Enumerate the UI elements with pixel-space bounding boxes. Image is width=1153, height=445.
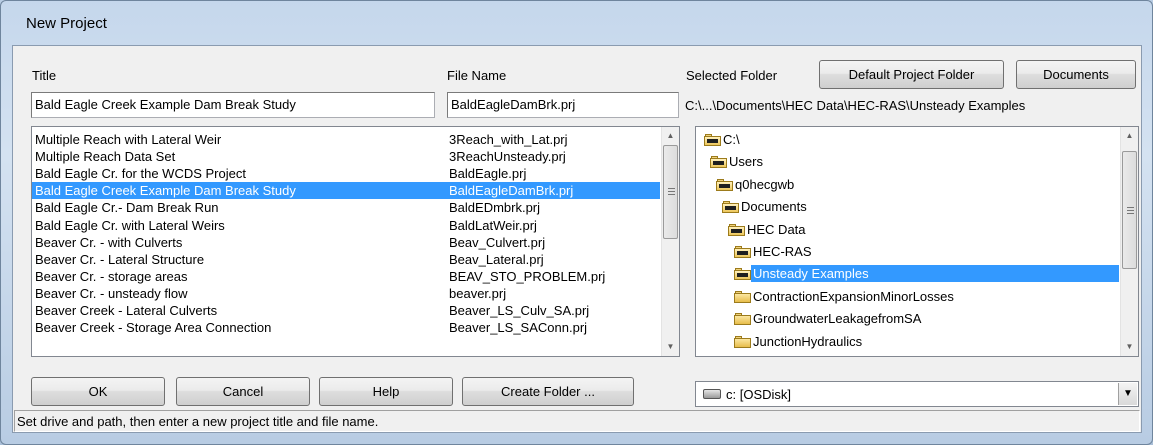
scroll-thumb[interactable]: [663, 145, 678, 239]
folder-tree-item[interactable]: C:\: [723, 131, 740, 148]
project-title-cell: Multiple Reach Data Set: [35, 149, 176, 165]
help-button[interactable]: Help: [319, 377, 453, 406]
scroll-down-arrow-icon[interactable]: ▼: [1121, 338, 1138, 355]
project-title-cell: Beaver Cr. - Lateral Structure: [35, 251, 205, 267]
project-file-cell: 3Reach_with_Lat.prj: [449, 132, 568, 147]
project-title-cell: Multiple Reach with Lateral Weir: [35, 132, 222, 147]
project-file-cell: Beav_Lateral.prj: [449, 251, 544, 267]
project-file-cell: BaldLatWeir.prj: [449, 217, 537, 233]
folder-tree-item[interactable]: Users: [729, 153, 763, 170]
project-list-item[interactable]: Bald Eagle Creek Example Dam Break Study…: [32, 182, 660, 200]
folder-open-icon: [734, 246, 751, 258]
project-list-item[interactable]: Beaver Cr. - unsteady flow beaver.prj: [32, 285, 660, 302]
folder-open-icon: [716, 178, 733, 191]
folder-tree-item[interactable]: Documents: [741, 198, 807, 215]
chevron-down-icon[interactable]: ▼: [1118, 383, 1137, 405]
project-list[interactable]: Multiple Reach with Lateral Weir 3Reach_w…: [31, 126, 680, 357]
project-list-item[interactable]: Beaver Creek - Lateral Culverts Beaver_LS…: [32, 302, 660, 319]
project-file-cell: BEAV_STO_PROBLEM.prj: [449, 268, 606, 284]
project-list-item[interactable]: Multiple Reach with Lateral Weir 3Reach_w…: [32, 131, 660, 148]
folder-open-icon: [710, 156, 727, 169]
title-bar[interactable]: New Project: [1, 1, 1152, 43]
folder-open-icon: [722, 201, 739, 214]
project-list-item[interactable]: Beaver Cr. - storage areas BEAV_STO_PROBL…: [32, 268, 660, 285]
project-file-cell: BaldEagle.prj: [449, 166, 527, 182]
folder-tree-scrollbar[interactable]: ▲ ▼: [1120, 127, 1138, 356]
default-project-folder-button[interactable]: Default Project Folder: [819, 60, 1004, 89]
folder-open-icon: [728, 223, 745, 236]
ok-button[interactable]: OK: [31, 377, 165, 406]
folder-tree-item[interactable]: q0hecgwb: [735, 176, 794, 193]
scroll-up-arrow-icon[interactable]: ▲: [662, 127, 679, 144]
project-file-cell: beaver.prj: [449, 285, 507, 301]
project-title-cell: Beaver Cr. - unsteady flow: [35, 285, 188, 301]
cancel-button[interactable]: Cancel: [176, 377, 310, 406]
project-list-item[interactable]: Beaver Cr. - with Culverts Beav_Culvert.p…: [32, 234, 660, 251]
new-project-dialog: New Project Title File Name Selected Fol…: [0, 0, 1153, 445]
drive-select-value: c: [OSDisk]: [726, 387, 792, 402]
folder-icon: [734, 313, 751, 326]
documents-button[interactable]: Documents: [1016, 60, 1136, 89]
title-input[interactable]: Bald Eagle Creek Example Dam Break Study: [31, 92, 435, 118]
file-name-input[interactable]: BaldEagleDamBrk.prj: [447, 92, 679, 118]
project-list-item[interactable]: Beaver Cr. - Lateral Structure Beav_Later…: [32, 251, 660, 268]
project-title-cell: Bald Eagle Cr. for the WCDS Project: [35, 166, 246, 182]
folder-tree-item[interactable]: HEC Data: [747, 221, 806, 238]
folder-tree-item[interactable]: ContractionExpansionMinorLosses: [753, 288, 954, 305]
status-bar: Set drive and path, then enter a new pro…: [14, 410, 1140, 432]
project-list-item[interactable]: Beaver Creek - Storage Area Connection Be…: [32, 319, 660, 336]
create-folder-button[interactable]: Create Folder ...: [462, 377, 634, 406]
folder-icon: [734, 290, 751, 303]
scroll-up-arrow-icon[interactable]: ▲: [1121, 127, 1138, 144]
project-file-cell: Beav_Culvert.prj: [449, 234, 546, 250]
project-file-cell: Beaver_LS_SAConn.prj: [449, 320, 588, 336]
folder-open-icon: [734, 268, 751, 281]
dialog-client-area: Title File Name Selected Folder Default …: [12, 45, 1142, 433]
project-file-cell: BaldEDmbrk.prj: [449, 200, 541, 216]
project-title-cell: Beaver Creek - Lateral Culverts: [35, 303, 218, 318]
folder-tree-item[interactable]: GroundwaterLeakagefromSA: [753, 310, 921, 327]
scroll-down-arrow-icon[interactable]: ▼: [662, 338, 679, 355]
project-title-cell: Beaver Cr. - storage areas: [35, 268, 188, 284]
project-list-item[interactable]: Multiple Reach Data Set 3ReachUnsteady.pr…: [32, 148, 660, 165]
title-label: Title: [32, 68, 57, 83]
project-file-cell: 3ReachUnsteady.prj: [449, 149, 566, 165]
folder-tree-item[interactable]: Unsteady Examples: [751, 265, 1119, 283]
hard-drive-icon: [703, 389, 721, 399]
window-title: New Project: [26, 15, 107, 32]
project-title-cell: Bald Eagle Creek Example Dam Break Study: [35, 183, 296, 199]
folder-icon: [734, 335, 751, 348]
drive-select[interactable]: c: [OSDisk] ▼: [695, 381, 1139, 407]
project-list-item[interactable]: Bald Eagle Cr. for the WCDS Project BaldE…: [32, 165, 660, 182]
folder-tree[interactable]: C:\ Users q0hecgwb Documents HEC Data HEC-RAS…: [695, 126, 1139, 357]
selected-folder-path: C:\...\Documents\HEC Data\HEC-RAS\Unstea…: [685, 98, 1026, 113]
project-file-cell: BaldEagleDamBrk.prj: [449, 183, 574, 199]
project-list-scrollbar[interactable]: ▲ ▼: [661, 127, 679, 356]
project-file-cell: Beaver_LS_Culv_SA.prj: [449, 303, 590, 318]
scroll-thumb[interactable]: [1122, 151, 1137, 269]
project-title-cell: Bald Eagle Cr. with Lateral Weirs: [35, 217, 225, 233]
project-title-cell: Beaver Creek - Storage Area Connection: [35, 320, 272, 336]
project-list-item[interactable]: Bald Eagle Cr. with Lateral Weirs BaldLat…: [32, 217, 660, 234]
folder-tree-item[interactable]: JunctionHydraulics: [753, 333, 862, 350]
file-name-label: File Name: [447, 68, 507, 83]
project-title-cell: Bald Eagle Cr.- Dam Break Run: [35, 200, 219, 216]
folder-open-icon: [704, 134, 721, 146]
project-list-item[interactable]: Bald Eagle Cr.- Dam Break Run BaldEDmbrk.…: [32, 199, 660, 216]
project-title-cell: Beaver Cr. - with Culverts: [35, 234, 183, 250]
selected-folder-label: Selected Folder: [686, 68, 778, 83]
folder-tree-item[interactable]: HEC-RAS: [753, 243, 812, 260]
